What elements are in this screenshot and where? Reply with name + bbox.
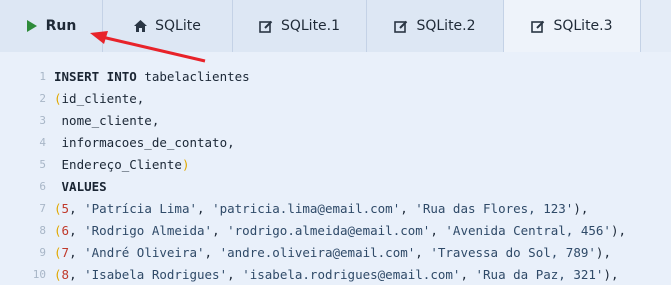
- line-number: 2: [39, 91, 46, 105]
- code-token: ,: [204, 244, 220, 260]
- code-token: ): [181, 156, 190, 172]
- code-line: 6 VALUES: [0, 175, 671, 197]
- code-token: INSERT INTO: [54, 68, 137, 84]
- code-token: ,: [197, 200, 213, 216]
- tab-bar: Run SQLite SQLite.1 SQLite.2 SQLite.3: [0, 0, 671, 52]
- code-token: ,: [430, 222, 446, 238]
- code-token: 'Rua da Paz, 321': [475, 266, 604, 282]
- tab-overflow: [641, 0, 671, 52]
- code-text: informacoes_de_contato,: [54, 135, 235, 150]
- code-token: ,: [227, 266, 243, 282]
- code-token: ,: [69, 200, 85, 216]
- code-token: (: [54, 200, 62, 216]
- code-token: informacoes_de_contato,: [54, 134, 235, 150]
- run-label: Run: [45, 18, 77, 34]
- code-editor[interactable]: 1 INSERT INTO tabelaclientes 2 (id_cliente,…: [0, 66, 671, 283]
- tab-sqlite-3[interactable]: SQLite.3: [504, 0, 641, 52]
- code-token: ),: [595, 244, 611, 260]
- line-number: 4: [39, 135, 46, 149]
- edit-icon: [531, 20, 545, 33]
- code-token: ,: [69, 222, 85, 238]
- tab-sqlite-2[interactable]: SQLite.2: [367, 0, 504, 52]
- tab-sqlite[interactable]: SQLite: [103, 0, 233, 52]
- tab-label: SQLite.3: [553, 18, 613, 34]
- code-token: ),: [573, 200, 589, 216]
- line-number: 5: [39, 157, 46, 171]
- code-text: (6, 'Rodrigo Almeida', 'rodrigo.almeida@…: [54, 223, 626, 238]
- run-button[interactable]: Run: [0, 0, 103, 52]
- code-token: ),: [610, 222, 627, 238]
- code-token: (: [54, 244, 62, 260]
- code-token: 'isabela.rodrigues@email.com': [242, 266, 461, 282]
- code-token: 'Travessa do Sol, 789': [430, 244, 596, 260]
- code-token: ,: [415, 244, 431, 260]
- code-token: ,: [460, 266, 476, 282]
- code-token: 'andre.oliveira@email.com': [219, 244, 416, 260]
- code-line: 8 (6, 'Rodrigo Almeida', 'rodrigo.almeida…: [0, 219, 671, 241]
- code-text: INSERT INTO tabelaclientes: [54, 69, 250, 84]
- code-token: ,: [400, 200, 416, 216]
- code-token: ,: [69, 244, 85, 260]
- code-token: 'Avenida Central, 456': [445, 222, 611, 238]
- code-token: 'Rua das Flores, 123': [415, 200, 574, 216]
- code-token: (: [54, 266, 62, 282]
- code-token: 8: [61, 266, 70, 282]
- tab-sqlite-1[interactable]: SQLite.1: [233, 0, 367, 52]
- code-text: (7, 'André Oliveira', 'andre.oliveira@em…: [54, 245, 611, 260]
- code-token: ,: [212, 222, 228, 238]
- line-number: 8: [39, 223, 46, 237]
- code-token: 6: [61, 222, 70, 238]
- code-token: ),: [603, 266, 619, 282]
- code-text: (8, 'Isabela Rodrigues', 'isabela.rodrig…: [54, 267, 619, 282]
- code-text: VALUES: [54, 179, 107, 194]
- code-token: 'patricia.lima@email.com': [212, 200, 401, 216]
- code-line: 3 nome_cliente,: [0, 109, 671, 131]
- line-number: 1: [39, 69, 46, 83]
- tab-label: SQLite: [155, 18, 201, 34]
- code-token: 'Patrícia Lima': [84, 200, 198, 216]
- code-token: (: [54, 222, 62, 238]
- code-token: 7: [61, 244, 70, 260]
- line-number: 6: [39, 179, 46, 193]
- code-text: (5, 'Patrícia Lima', 'patricia.lima@emai…: [54, 201, 588, 216]
- home-icon: [134, 20, 148, 32]
- code-token: 'Isabela Rodrigues': [84, 266, 228, 282]
- line-number: 10: [32, 267, 46, 281]
- code-token: Endereço_Cliente: [54, 156, 182, 172]
- code-token: nome_cliente,: [54, 112, 160, 128]
- edit-icon: [394, 20, 408, 33]
- code-line: 2 (id_cliente,: [0, 87, 671, 109]
- code-token: tabelaclientes: [136, 68, 250, 84]
- code-token: id_cliente,: [61, 90, 145, 106]
- code-line: 4 informacoes_de_contato,: [0, 131, 671, 153]
- code-line: 9 (7, 'André Oliveira', 'andre.oliveira@e…: [0, 241, 671, 263]
- tab-label: SQLite.2: [416, 18, 476, 34]
- line-number: 3: [39, 113, 46, 127]
- code-text: Endereço_Cliente): [54, 156, 190, 172]
- code-text: nome_cliente,: [54, 112, 160, 128]
- code-token: VALUES: [54, 178, 107, 194]
- code-line: 10 (8, 'Isabela Rodrigues', 'isabela.rodr…: [0, 263, 671, 285]
- code-token: 5: [61, 200, 70, 216]
- code-token: ,: [69, 266, 85, 282]
- code-token: (: [54, 90, 62, 106]
- code-token: 'rodrigo.almeida@email.com': [227, 222, 431, 238]
- line-number: 7: [39, 201, 46, 215]
- code-line: 5 Endereço_Cliente): [0, 153, 671, 175]
- edit-icon: [259, 20, 273, 33]
- tab-label: SQLite.1: [280, 18, 341, 34]
- code-text: (id_cliente,: [54, 91, 144, 106]
- line-number: 9: [39, 245, 46, 259]
- play-icon: [26, 20, 38, 32]
- code-line: 7 (5, 'Patrícia Lima', 'patricia.lima@ema…: [0, 197, 671, 219]
- code-token: 'André Oliveira': [84, 244, 205, 260]
- code-token: 'Rodrigo Almeida': [84, 222, 213, 238]
- code-line: 1 INSERT INTO tabelaclientes: [0, 65, 671, 87]
